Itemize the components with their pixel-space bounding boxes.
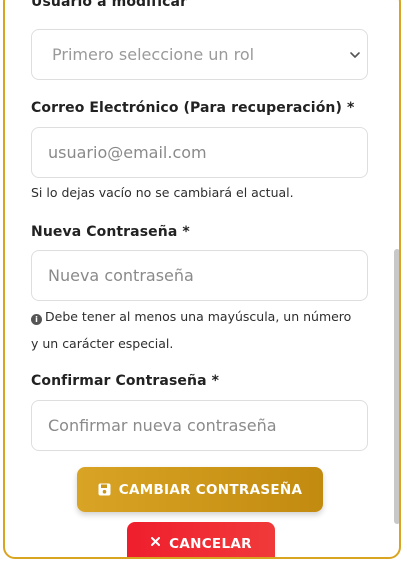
email-input[interactable] [48,143,338,162]
password-rules-line2: y un carácter especial. [31,336,174,351]
scrollbar-thumb[interactable] [394,249,399,524]
info-icon: i [31,314,42,325]
email-hint: Si lo dejas vacío no se cambiará el actu… [31,185,294,200]
save-icon [98,483,111,496]
close-icon [150,536,161,547]
confirm-password-label: Confirmar Contraseña * [31,373,220,389]
email-field[interactable] [31,127,368,178]
confirm-password-input[interactable] [48,416,338,435]
email-label: Correo Electrónico (Para recuperación) * [31,100,355,116]
user-select-label: Usuario a modificar [31,0,188,10]
change-password-modal: Usuario a modificar Primero seleccione u… [3,0,401,559]
new-password-label: Nueva Contraseña * [31,224,190,240]
user-select-value: Primero seleccione un rol [52,45,255,64]
confirm-password-field[interactable] [31,400,368,451]
new-password-field[interactable] [31,250,368,301]
password-rules-line1: Debe tener al menos una mayúscula, un nú… [45,309,352,324]
new-password-input[interactable] [48,266,338,285]
password-rules-hint: i Debe tener al menos una mayúscula, un n… [31,309,351,325]
chevron-down-icon [350,51,360,58]
change-password-button[interactable]: CAMBIAR CONTRASEÑA [77,467,323,512]
change-password-label: CAMBIAR CONTRASEÑA [118,481,303,498]
cancel-button[interactable]: CANCELAR [127,522,275,557]
user-select[interactable]: Primero seleccione un rol [31,29,368,80]
cancel-label: CANCELAR [169,536,252,552]
